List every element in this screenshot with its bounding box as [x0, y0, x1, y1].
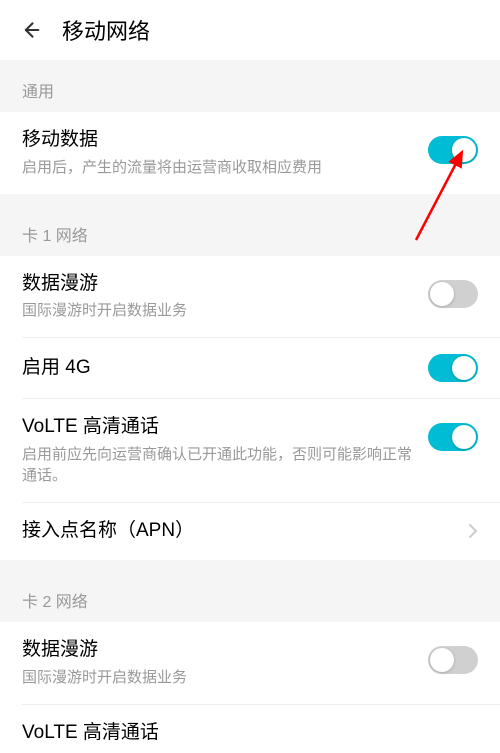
section-header-sim2: 卡 2 网络 [0, 570, 500, 622]
row-sim1-enable-4g[interactable]: 启用 4G [0, 338, 500, 398]
header: 移动网络 [0, 0, 500, 60]
sim1-apn-title: 接入点名称（APN） [22, 519, 452, 544]
section-general: 移动数据 启用后，产生的流量将由运营商收取相应费用 [0, 112, 500, 194]
sim1-enable-4g-title: 启用 4G [22, 356, 412, 381]
row-sim2-data-roaming[interactable]: 数据漫游 国际漫游时开启数据业务 [0, 622, 500, 704]
section-sim1: 数据漫游 国际漫游时开启数据业务 启用 4G VoLTE 高清通话 启用前应先向… [0, 256, 500, 560]
section-header-general: 通用 [0, 60, 500, 112]
sim1-volte-title: VoLTE 高清通话 [22, 415, 412, 440]
sim2-data-roaming-title: 数据漫游 [22, 638, 412, 663]
back-icon[interactable] [18, 18, 42, 42]
sim2-volte-title: VoLTE 高清通话 [22, 721, 462, 746]
row-sim1-data-roaming[interactable]: 数据漫游 国际漫游时开启数据业务 [0, 256, 500, 338]
page-title: 移动网络 [62, 14, 150, 46]
sim1-data-roaming-title: 数据漫游 [22, 272, 412, 297]
section-header-sim1: 卡 1 网络 [0, 204, 500, 256]
chevron-right-icon [468, 523, 478, 544]
sim1-enable-4g-toggle[interactable] [428, 354, 478, 382]
sim1-data-roaming-toggle[interactable] [428, 280, 478, 308]
mobile-data-title: 移动数据 [22, 128, 412, 153]
row-sim2-volte[interactable]: VoLTE 高清通话 [0, 705, 500, 753]
sim2-data-roaming-subtitle: 国际漫游时开启数据业务 [22, 667, 412, 688]
mobile-data-subtitle: 启用后，产生的流量将由运营商收取相应费用 [22, 157, 412, 178]
mobile-data-toggle[interactable] [428, 136, 478, 164]
sim1-volte-subtitle: 启用前应先向运营商确认已开通此功能，否则可能影响正常通话。 [22, 444, 412, 486]
sim2-data-roaming-toggle[interactable] [428, 646, 478, 674]
row-sim1-apn[interactable]: 接入点名称（APN） [0, 503, 500, 560]
section-sim2: 数据漫游 国际漫游时开启数据业务 VoLTE 高清通话 [0, 622, 500, 753]
sim1-volte-toggle[interactable] [428, 423, 478, 451]
row-mobile-data[interactable]: 移动数据 启用后，产生的流量将由运营商收取相应费用 [0, 112, 500, 194]
sim1-data-roaming-subtitle: 国际漫游时开启数据业务 [22, 300, 412, 321]
row-sim1-volte[interactable]: VoLTE 高清通话 启用前应先向运营商确认已开通此功能，否则可能影响正常通话。 [0, 399, 500, 502]
